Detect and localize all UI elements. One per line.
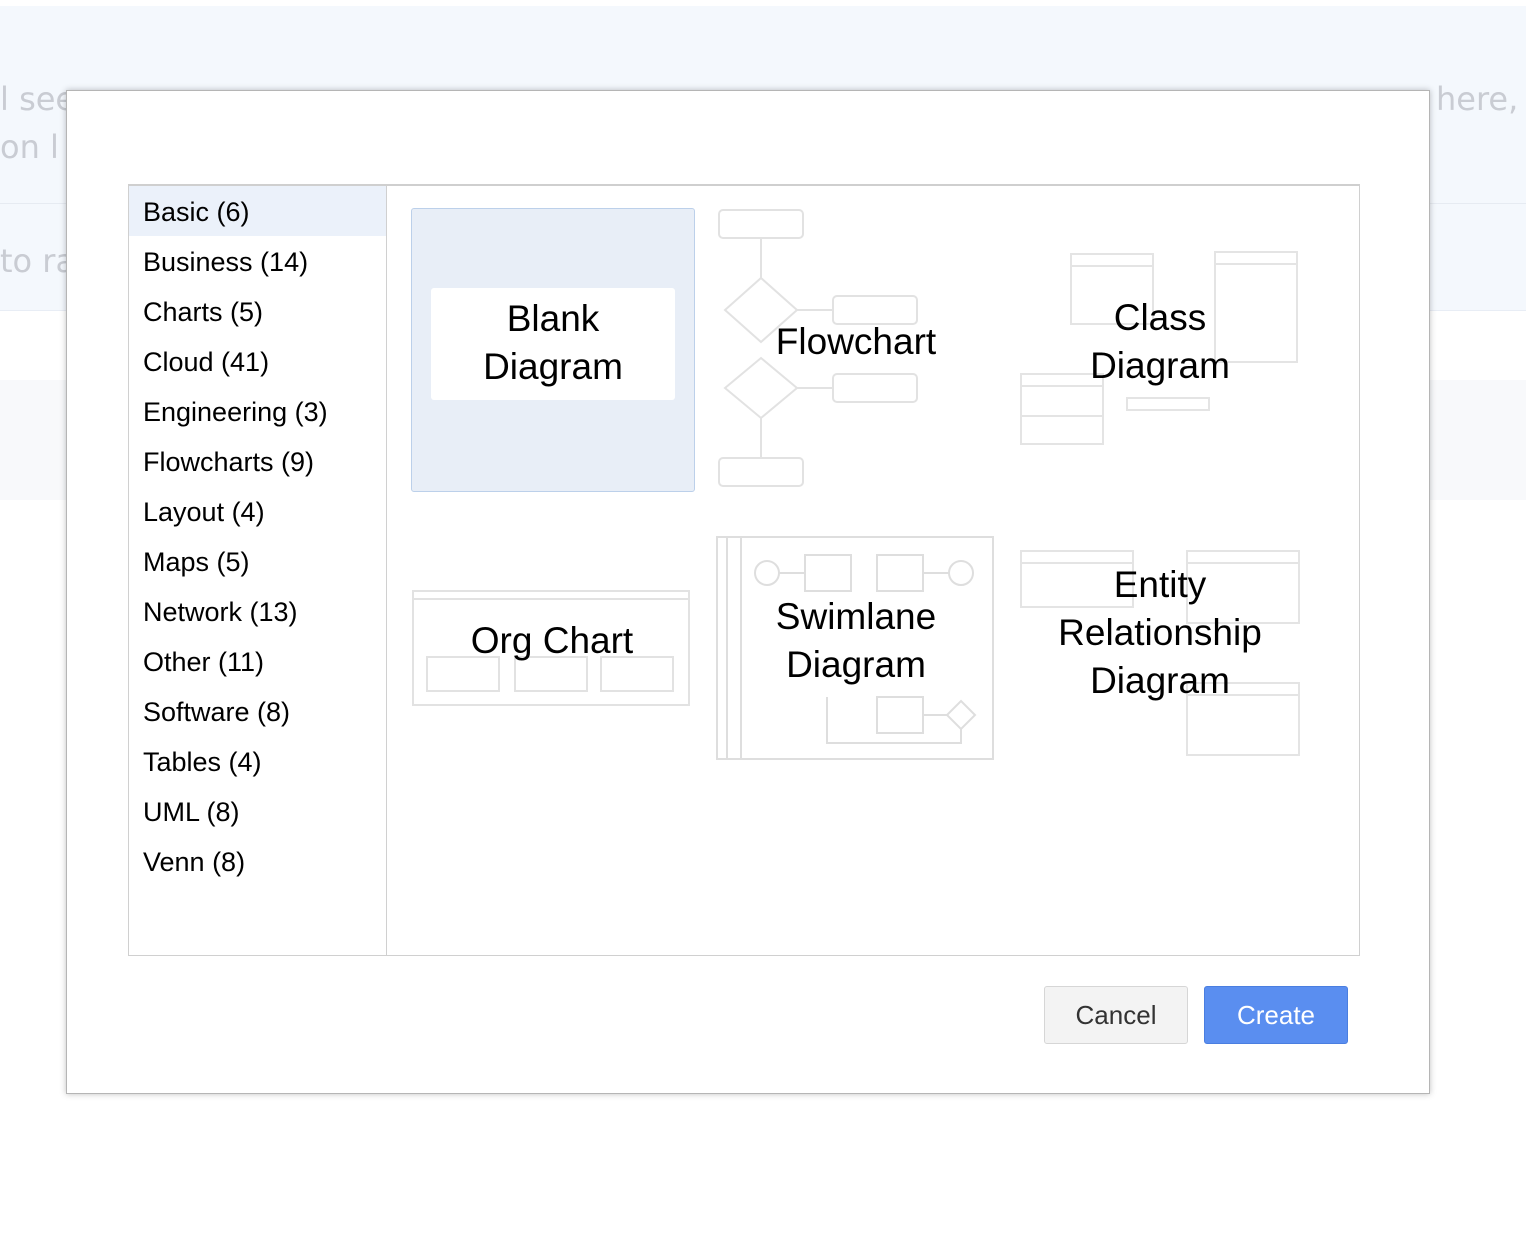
background-text: l see (0, 80, 76, 118)
category-engineering[interactable]: Engineering (3) (129, 386, 386, 436)
category-business[interactable]: Business (14) (129, 236, 386, 286)
background-text: on l (0, 128, 59, 166)
template-label: Diagram (1090, 660, 1230, 701)
category-charts[interactable]: Charts (5) (129, 286, 386, 336)
template-label: Diagram (483, 346, 623, 387)
create-button[interactable]: Create (1204, 986, 1348, 1044)
category-basic[interactable]: Basic (6) (129, 186, 386, 236)
cancel-button[interactable]: Cancel (1044, 986, 1188, 1044)
new-diagram-dialog: Basic (6) Business (14) Charts (5) Cloud… (66, 90, 1430, 1094)
background-text: here, i (1436, 80, 1526, 118)
category-layout[interactable]: Layout (4) (129, 486, 386, 536)
template-panel: Basic (6) Business (14) Charts (5) Cloud… (128, 184, 1360, 956)
category-other[interactable]: Other (11) (129, 636, 386, 686)
category-venn[interactable]: Venn (8) (129, 836, 386, 886)
background-text: to ra (0, 242, 76, 280)
template-label: Blank (506, 298, 600, 339)
category-uml[interactable]: UML (8) (129, 786, 386, 836)
template-flowchart[interactable]: Flowchart (715, 208, 997, 490)
category-network[interactable]: Network (13) (129, 586, 386, 636)
template-label: Relationship (1058, 612, 1262, 653)
template-swimlane-diagram[interactable]: Swimlane Diagram (715, 521, 997, 803)
category-list: Basic (6) Business (14) Charts (5) Cloud… (129, 186, 387, 955)
template-org-chart[interactable]: Org Chart (411, 521, 693, 803)
category-maps[interactable]: Maps (5) (129, 536, 386, 586)
category-flowcharts[interactable]: Flowcharts (9) (129, 436, 386, 486)
template-label: Flowchart (775, 321, 937, 362)
category-tables[interactable]: Tables (4) (129, 736, 386, 786)
template-label: Org Chart (470, 620, 634, 661)
template-label: Swimlane (775, 596, 937, 637)
template-label: Class (1113, 297, 1207, 338)
template-blank-diagram[interactable]: Blank Diagram (411, 208, 695, 492)
template-entity-relationship-diagram[interactable]: Entity Relationship Diagram (1019, 521, 1301, 803)
template-label: Diagram (1090, 345, 1230, 386)
template-label: Diagram (786, 644, 926, 685)
category-cloud[interactable]: Cloud (41) (129, 336, 386, 386)
template-label: Entity (1113, 564, 1207, 605)
category-software[interactable]: Software (8) (129, 686, 386, 736)
template-class-diagram[interactable]: Class Diagram (1019, 208, 1301, 490)
